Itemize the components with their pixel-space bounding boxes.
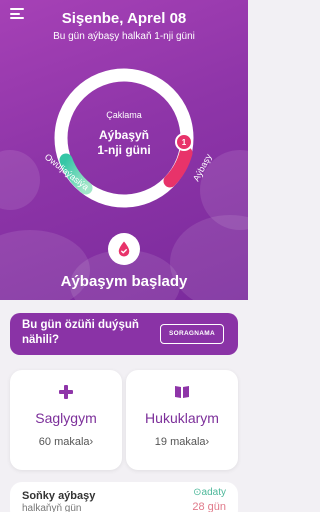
plus-icon xyxy=(59,385,73,399)
book-icon xyxy=(175,386,189,398)
last-period-card[interactable]: Soňky aýbaşy halkaňyň gün ⊙adaty 28 gün xyxy=(10,482,238,512)
normal-status-badge: ⊙adaty xyxy=(193,487,226,498)
ring-center-title-line2: 1-nji güni xyxy=(97,143,151,157)
ring-center-title-line1: Aýbaşyň xyxy=(98,128,150,142)
survey-button[interactable]: SORAGNAMA xyxy=(159,324,224,344)
log-period-button[interactable] xyxy=(108,233,140,265)
page-title: Sişenbe, Aprel 08 xyxy=(61,10,187,27)
chevron-right-icon: › xyxy=(205,436,210,448)
rights-card[interactable]: Hukuklarym 19 makala› xyxy=(126,370,238,470)
chevron-right-icon: › xyxy=(89,436,94,448)
hero-section: Sişenbe, Aprel 08 Bu gün aýbaşy halkaň 1… xyxy=(0,0,248,300)
rights-card-title: Hukuklarym xyxy=(145,410,219,426)
ring-phase-label: Çaklama xyxy=(106,110,142,120)
normal-status-icon: ⊙ xyxy=(193,487,202,498)
mood-question-text: Bu gün özüňi duýşuň nähili? xyxy=(22,319,139,346)
cycle-length-value: 28 gün xyxy=(192,501,226,512)
cycle-day-subtitle: Bu gün aýbaşy halkaň 1-nji güni xyxy=(53,31,195,42)
blood-drop-icon xyxy=(118,241,130,257)
period-status: Aýbaşym başlady xyxy=(60,273,188,290)
rights-card-count: 19 makala› xyxy=(154,436,210,448)
survey-button-label: SORAGNAMA xyxy=(168,330,215,337)
health-card[interactable]: Saglygym 60 makala› xyxy=(10,370,122,470)
health-card-title: Saglygym xyxy=(35,410,97,426)
mood-question-card[interactable]: Bu gün özüňi duýşuň nähili? SORAGNAMA xyxy=(10,313,238,355)
health-card-count: 60 makala› xyxy=(38,436,94,448)
ring-center-title: Aýbaşyň 1-nji güni xyxy=(0,128,248,158)
